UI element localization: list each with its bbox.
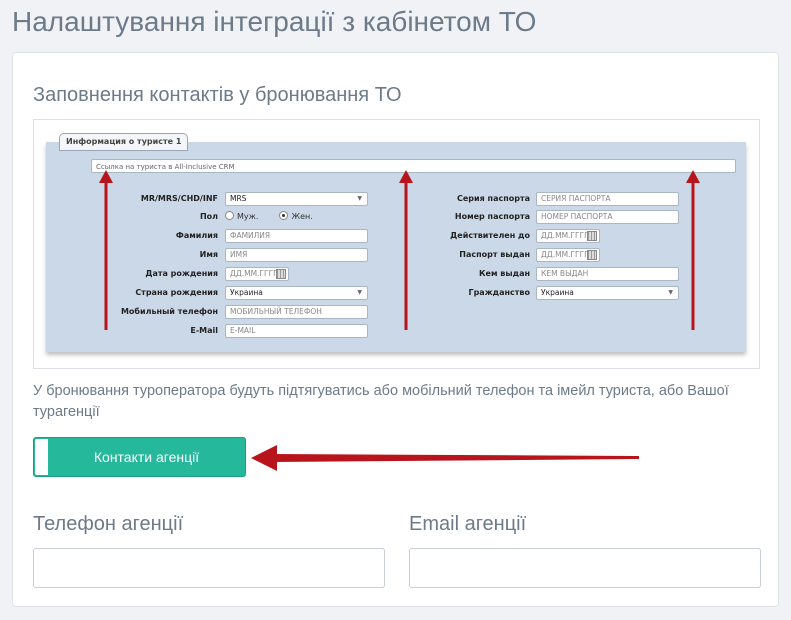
mobile-phone-label: Мобильный телефон bbox=[120, 307, 218, 316]
gender-label: Пол bbox=[199, 212, 218, 221]
agency-phone-input[interactable] bbox=[33, 548, 385, 588]
crm-link-input: Ссылка на туриста в All-Inclusive CRM bbox=[91, 159, 736, 173]
citizenship-select: Украина ▼ bbox=[536, 286, 679, 300]
passport-number-input: НОМЕР ПАСПОРТА bbox=[536, 210, 679, 224]
email-input: E-MAIL bbox=[225, 324, 368, 338]
email-label: E-Mail bbox=[190, 326, 218, 335]
radio-female bbox=[279, 211, 289, 220]
tourist-form-screenshot: Информация о туристе 1 Ссылка на туриста… bbox=[33, 119, 760, 369]
phone-label: Телефон агенції bbox=[33, 513, 184, 535]
agency-email-input[interactable] bbox=[409, 548, 761, 588]
title-label: MR/MRS/CHD/INF bbox=[140, 194, 218, 203]
title-select: MRS ▼ bbox=[225, 192, 368, 206]
name-input: ИМЯ bbox=[225, 248, 368, 262]
passport-number-label: Номер паспорта bbox=[454, 212, 530, 221]
title-select-value: MRS bbox=[230, 194, 247, 203]
up-arrow-icon bbox=[99, 170, 113, 330]
radio-female-label: Жен. bbox=[291, 212, 313, 221]
surname-input: ФАМИЛИЯ bbox=[225, 229, 368, 243]
screenshot-content: Информация о туристе 1 Ссылка на туриста… bbox=[46, 130, 746, 355]
chevron-down-icon: ▼ bbox=[357, 289, 362, 296]
toggle-knob bbox=[35, 439, 48, 475]
valid-until-value: ДД.ММ.ГГГГ bbox=[541, 231, 589, 240]
passport-series-label: Серия паспорта bbox=[456, 194, 530, 203]
birthdate-value: ДД.ММ.ГГГГ bbox=[230, 269, 278, 278]
birth-country-value: Украина bbox=[230, 288, 263, 297]
calendar-icon bbox=[587, 231, 597, 241]
chevron-down-icon: ▼ bbox=[668, 289, 673, 296]
calendar-icon bbox=[276, 269, 286, 279]
surname-label: Фамилия bbox=[175, 231, 218, 240]
integration-settings-card: Заповнення контактів у бронювання ТО Инф… bbox=[12, 52, 779, 607]
issue-date-input: ДД.ММ.ГГГГ bbox=[536, 248, 600, 262]
birthdate-label: Дата рождения bbox=[145, 269, 218, 278]
tourist-info-tab: Информация о туристе 1 bbox=[59, 133, 189, 151]
issued-by-label: Кем выдан bbox=[479, 269, 530, 278]
gender-radio-group: Муж. Жен. bbox=[225, 210, 313, 224]
birth-country-select: Украина ▼ bbox=[225, 286, 368, 300]
up-arrow-icon bbox=[399, 170, 413, 330]
birthdate-input: ДД.ММ.ГГГГ bbox=[225, 267, 289, 281]
left-arrow-icon bbox=[251, 445, 639, 471]
email-field-label: Email агенції bbox=[409, 513, 527, 535]
name-label: Имя bbox=[199, 250, 218, 259]
issue-date-label: Паспорт выдан bbox=[459, 250, 530, 259]
valid-until-input: ДД.ММ.ГГГГ bbox=[536, 229, 600, 243]
up-arrow-icon bbox=[686, 170, 700, 330]
mobile-phone-input: МОБИЛЬНЫЙ ТЕЛЕФОН bbox=[225, 305, 368, 319]
issue-date-value: ДД.ММ.ГГГГ bbox=[541, 250, 589, 259]
radio-male bbox=[225, 211, 234, 220]
contacts-note: У бронювання туроператора будуть підтягу… bbox=[33, 383, 729, 420]
citizenship-value: Украина bbox=[541, 288, 574, 297]
agency-contacts-label: Контакти агенції bbox=[93, 449, 200, 465]
birth-country-label: Страна рождения bbox=[135, 288, 218, 297]
issued-by-input: КЕМ ВЫДАН bbox=[536, 267, 679, 281]
radio-male-label: Муж. bbox=[237, 212, 259, 221]
chevron-down-icon: ▼ bbox=[357, 195, 362, 202]
valid-until-label: Действителен до bbox=[450, 231, 530, 240]
calendar-icon bbox=[587, 250, 597, 260]
agency-contacts-toggle[interactable]: Контакти агенції bbox=[33, 437, 246, 477]
page-title: Налаштування інтеграції з кабінетом ТО bbox=[12, 6, 537, 37]
passport-series-input: СЕРИЯ ПАСПОРТА bbox=[536, 192, 679, 206]
section-title: Заповнення контактів у бронювання ТО bbox=[33, 84, 402, 106]
citizenship-label: Гражданство bbox=[468, 288, 530, 297]
